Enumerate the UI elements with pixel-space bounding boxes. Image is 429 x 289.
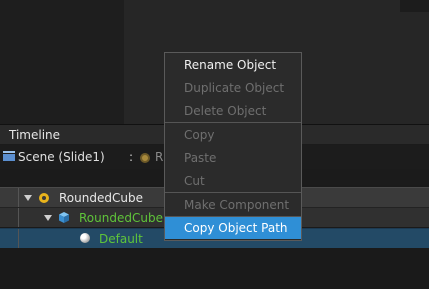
scene-clapper-icon <box>3 151 15 161</box>
menu-item-copy[interactable]: Copy <box>165 124 301 146</box>
viewport-left-panel <box>0 0 124 124</box>
timeline-title: Timeline <box>9 128 61 142</box>
menu-item-make-component[interactable]: Make Component <box>165 194 301 216</box>
expand-arrow-icon[interactable] <box>24 195 32 201</box>
tree-row-label: Default <box>99 232 143 246</box>
tree-row-label: RoundedCube <box>79 211 163 225</box>
menu-item-rename-object[interactable]: Rename Object <box>165 54 301 76</box>
cube-icon <box>59 212 69 223</box>
scene-separator: : <box>129 150 134 164</box>
menu-separator <box>165 122 301 123</box>
object-icon <box>140 153 150 163</box>
tree-row-label: RoundedCube <box>59 191 143 205</box>
menu-item-paste[interactable]: Paste <box>165 147 301 169</box>
menu-item-delete-object[interactable]: Delete Object <box>165 100 301 122</box>
viewport-corner <box>400 0 429 12</box>
menu-item-copy-object-path[interactable]: Copy Object Path <box>165 217 301 239</box>
row-gutter <box>0 208 19 227</box>
row-gutter <box>0 188 19 207</box>
row-gutter <box>0 229 19 248</box>
menu-item-duplicate-object[interactable]: Duplicate Object <box>165 77 301 99</box>
menu-item-cut[interactable]: Cut <box>165 170 301 192</box>
expand-arrow-icon[interactable] <box>44 215 52 221</box>
scene-object-text: R <box>155 150 164 164</box>
scene-label[interactable]: Scene (Slide1) <box>18 150 105 164</box>
menu-separator <box>165 192 301 193</box>
material-sphere-icon <box>80 233 90 243</box>
context-menu: Rename Object Duplicate Object Delete Ob… <box>164 52 302 241</box>
group-node-icon <box>39 193 49 203</box>
